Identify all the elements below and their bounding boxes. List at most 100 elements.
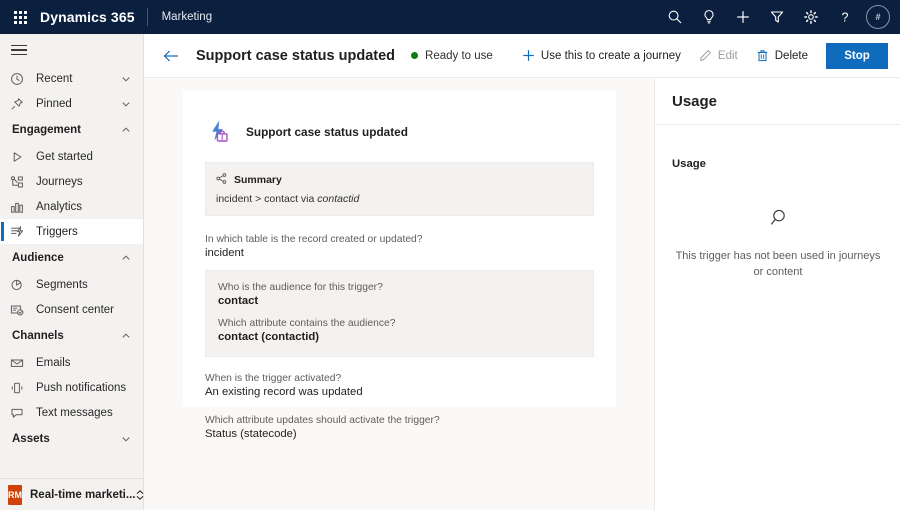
- trash-icon: [756, 49, 775, 62]
- chevron-down-icon[interactable]: [121, 74, 143, 84]
- sidebar-item-push-notifications[interactable]: Push notifications: [0, 375, 143, 400]
- chevron-down-icon[interactable]: [121, 434, 143, 444]
- spacer: [218, 307, 581, 318]
- trigger-bolt-briefcase-icon: [206, 119, 232, 145]
- edit-button[interactable]: Edit: [691, 41, 746, 71]
- field-question: Which attribute contains the audience?: [218, 318, 581, 329]
- sidebar-group-engagement[interactable]: Engagement: [0, 116, 143, 144]
- field-activation: When is the trigger activated? An existi…: [183, 357, 616, 398]
- sidebar-item-text-messages[interactable]: Text messages: [0, 400, 143, 425]
- sidebar-item-pinned[interactable]: Pinned: [0, 91, 143, 116]
- magnifier-icon: [766, 206, 790, 235]
- sidebar-item-label: Text messages: [30, 407, 113, 419]
- trigger-detail-card: Support case status updated Summary inci…: [183, 91, 616, 407]
- plus-icon[interactable]: [726, 0, 760, 34]
- stop-button[interactable]: Stop: [826, 43, 888, 69]
- usage-panel: Usage Usage This trigger has not been us…: [656, 78, 900, 510]
- sidebar-item-label: Push notifications: [30, 382, 126, 394]
- sidebar-group-label: Audience: [12, 252, 64, 264]
- app-name-label[interactable]: Marketing: [148, 11, 213, 23]
- clock-icon: [10, 72, 30, 86]
- page-title: Support case status updated: [186, 48, 395, 64]
- sidebar-item-journeys[interactable]: Journeys: [0, 169, 143, 194]
- triggers-icon: [10, 225, 30, 239]
- field-question: Which attribute updates should activate …: [205, 415, 594, 426]
- sidebar-item-consent-center[interactable]: Consent center: [0, 297, 143, 322]
- sidebar-group-label: Engagement: [12, 124, 81, 136]
- status-dot-icon: [411, 52, 418, 59]
- field-audience-attribute: Which attribute contains the audience? c…: [218, 318, 581, 343]
- search-icon[interactable]: [658, 0, 692, 34]
- create-journey-button[interactable]: Use this to create a journey: [514, 41, 689, 71]
- command-bar: Support case status updated Ready to use…: [144, 34, 900, 78]
- gear-icon[interactable]: [794, 0, 828, 34]
- chevron-up-icon[interactable]: [121, 253, 143, 263]
- card-title: Support case status updated: [232, 125, 408, 139]
- sidebar-group-channels[interactable]: Channels: [0, 322, 143, 350]
- delete-button[interactable]: Delete: [748, 41, 816, 71]
- sidebar-item-segments[interactable]: Segments: [0, 272, 143, 297]
- sidebar-item-label: Pinned: [30, 98, 72, 110]
- sidebar-group-label: Assets: [12, 433, 50, 445]
- edit-label: Edit: [718, 50, 738, 62]
- field-answer: An existing record was updated: [205, 384, 594, 398]
- summary-box: Summary incident > contact via contactid: [205, 162, 594, 216]
- segments-icon: [10, 278, 30, 292]
- chevron-up-icon[interactable]: [121, 331, 143, 341]
- sidebar-item-label: Get started: [30, 151, 93, 163]
- field-answer: Status (statecode): [205, 426, 594, 440]
- pencil-icon: [699, 49, 718, 62]
- main-content-area: Support case status updated Summary inci…: [144, 78, 655, 510]
- field-table: In which table is the record created or …: [183, 216, 616, 259]
- envelope-icon: [10, 356, 30, 370]
- area-switcher[interactable]: RM Real-time marketi...: [0, 478, 143, 510]
- lightbulb-icon[interactable]: [692, 0, 726, 34]
- top-bar-actions: ? #: [658, 0, 900, 34]
- sidebar-group-label: Channels: [12, 330, 64, 342]
- area-switcher-label: Real-time marketi...: [22, 489, 135, 501]
- usage-panel-title: Usage: [672, 93, 717, 110]
- avatar[interactable]: #: [866, 5, 890, 29]
- card-header: Support case status updated: [183, 91, 616, 145]
- usage-panel-header: Usage: [656, 78, 900, 125]
- field-answer: contact (contactid): [218, 329, 581, 343]
- sidebar-group-assets[interactable]: Assets: [0, 425, 143, 453]
- brand-title[interactable]: Dynamics 365: [40, 9, 147, 25]
- sidebar-group-audience[interactable]: Audience: [0, 244, 143, 272]
- waffle-icon[interactable]: [0, 0, 40, 34]
- usage-empty-state: This trigger has not been used in journe…: [656, 170, 900, 281]
- status-badge: Ready to use: [395, 50, 493, 62]
- sidebar-item-label: Emails: [30, 357, 71, 369]
- sidebar-item-emails[interactable]: Emails: [0, 350, 143, 375]
- app-root: Dynamics 365 Marketing ? #: [0, 0, 900, 510]
- field-question: In which table is the record created or …: [205, 234, 594, 245]
- command-bar-actions: Use this to create a journey Edit Delete…: [514, 41, 888, 71]
- status-label: Ready to use: [418, 50, 493, 62]
- pin-icon: [10, 97, 30, 111]
- chevron-up-icon[interactable]: [121, 125, 143, 135]
- back-arrow-icon[interactable]: [156, 41, 186, 71]
- question-icon[interactable]: ?: [828, 0, 862, 34]
- create-journey-label: Use this to create a journey: [541, 50, 681, 62]
- sidebar-item-recent[interactable]: Recent: [0, 66, 143, 91]
- usage-section-label: Usage: [656, 125, 900, 170]
- sidebar-item-get-started[interactable]: Get started: [0, 144, 143, 169]
- field-question: Who is the audience for this trigger?: [218, 282, 581, 293]
- sidebar-item-label: Recent: [30, 73, 72, 85]
- sidebar-item-analytics[interactable]: Analytics: [0, 194, 143, 219]
- sidebar-item-label: Journeys: [30, 176, 83, 188]
- plus-icon: [522, 49, 541, 62]
- avatar-initial: #: [875, 12, 880, 22]
- area-badge: RM: [8, 485, 22, 505]
- sidebar-nav-list: Recent Pinned Engagement: [0, 66, 143, 478]
- chevron-down-icon[interactable]: [121, 99, 143, 109]
- field-question: When is the trigger activated?: [205, 373, 594, 384]
- hamburger-icon[interactable]: [0, 34, 143, 66]
- filter-icon[interactable]: [760, 0, 794, 34]
- sidebar: Recent Pinned Engagement: [0, 34, 144, 510]
- field-activation-attribute: Which attribute updates should activate …: [183, 398, 616, 440]
- summary-label: Summary: [227, 174, 282, 186]
- summary-body: incident > contact via contactid: [216, 189, 583, 205]
- waffle-grid-icon: [14, 11, 27, 24]
- sidebar-item-triggers[interactable]: Triggers: [0, 219, 143, 244]
